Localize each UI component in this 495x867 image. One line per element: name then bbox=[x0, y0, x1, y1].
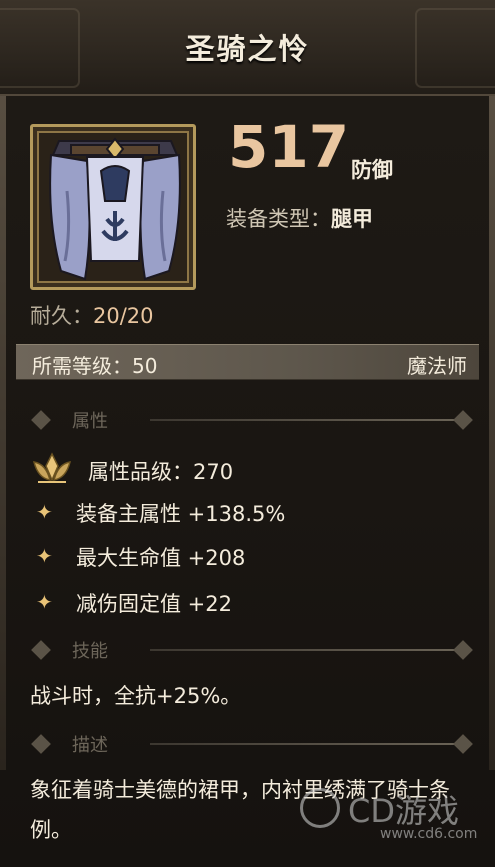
durability-label: 耐久： bbox=[30, 304, 93, 328]
lotus-crest-icon bbox=[32, 452, 72, 483]
panel-frame-right bbox=[489, 70, 495, 770]
section-header-attributes: 属性 bbox=[30, 406, 480, 434]
item-tooltip-panel: 圣骑之怜 517 防御 装备类型：腿甲 耐久：20/20 所需等级：50 魔法师… bbox=[0, 0, 495, 867]
title-banner: 圣骑之怜 bbox=[0, 0, 495, 96]
item-title: 圣骑之怜 bbox=[185, 32, 310, 66]
section-diamond-icon bbox=[31, 640, 51, 660]
stat-text: 最大生命值 +208 bbox=[76, 546, 246, 570]
sparkle-icon: ✦ bbox=[36, 544, 53, 568]
skill-text: 战斗时，全抗+25%。 bbox=[30, 684, 242, 708]
section-header-skills: 技能 bbox=[30, 636, 480, 664]
section-label: 描述 bbox=[72, 735, 108, 756]
site-watermark: CD游戏 www.cd6.com bbox=[300, 786, 490, 856]
section-label: 属性 bbox=[72, 411, 108, 432]
section-diamond-icon bbox=[453, 734, 473, 754]
sparkle-icon: ✦ bbox=[36, 590, 53, 614]
section-divider bbox=[150, 419, 460, 421]
required-class: 魔法师 bbox=[407, 354, 467, 378]
section-diamond-icon bbox=[453, 410, 473, 430]
section-diamond-icon bbox=[31, 734, 51, 754]
defense-label: 防御 bbox=[351, 158, 393, 182]
equip-type-label: 装备类型： bbox=[226, 207, 331, 231]
required-level: 所需等级：50 bbox=[32, 354, 158, 378]
paladin-leg-armor-icon bbox=[49, 137, 181, 281]
section-diamond-icon bbox=[453, 640, 473, 660]
panel-frame-left bbox=[0, 70, 6, 770]
item-icon-frame[interactable] bbox=[30, 124, 196, 290]
section-label: 技能 bbox=[72, 641, 108, 662]
equip-type: 装备类型：腿甲 bbox=[226, 203, 373, 233]
equip-type-value: 腿甲 bbox=[331, 207, 373, 231]
durability: 耐久：20/20 bbox=[30, 300, 154, 330]
watermark-url: www.cd6.com bbox=[380, 826, 478, 842]
durability-value: 20/20 bbox=[93, 304, 154, 328]
stat-text: 装备主属性 +138.5% bbox=[76, 502, 286, 526]
section-divider bbox=[150, 743, 460, 745]
section-divider bbox=[150, 649, 460, 651]
stat-text: 减伤固定值 +22 bbox=[76, 592, 232, 616]
defense-value: 517 bbox=[228, 113, 350, 181]
section-header-description: 描述 bbox=[30, 730, 480, 758]
attribute-quality: 属性品级：270 bbox=[88, 460, 234, 484]
watermark-logo-icon bbox=[300, 788, 340, 828]
requirement-bar: 所需等级：50 魔法师 bbox=[16, 344, 479, 380]
section-diamond-icon bbox=[31, 410, 51, 430]
sparkle-icon: ✦ bbox=[36, 500, 53, 524]
